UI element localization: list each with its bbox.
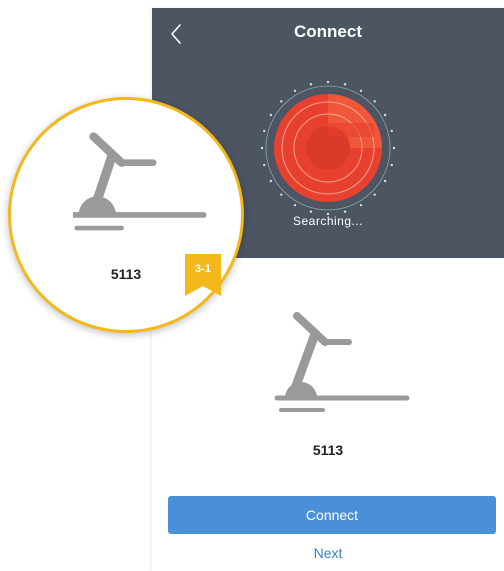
radar-tick xyxy=(309,83,313,86)
radar-icon xyxy=(260,80,396,216)
radar-tick xyxy=(343,210,347,213)
radar-tick xyxy=(343,83,347,86)
radar-tick xyxy=(359,89,363,93)
device-name: 5113 xyxy=(312,442,344,458)
radar-tick xyxy=(390,129,393,133)
radar-tick xyxy=(269,113,273,117)
radar-tick xyxy=(390,163,393,167)
radar-tick xyxy=(392,146,396,150)
step-tag: 3-1 xyxy=(183,254,223,300)
radar-tick xyxy=(383,113,387,117)
bookmark-icon xyxy=(185,254,221,296)
radar-tick xyxy=(269,179,273,183)
radar-tick xyxy=(293,89,297,93)
step-tag-label: 3-1 xyxy=(195,263,211,275)
radar-tick xyxy=(293,203,297,207)
connect-button[interactable]: Connect xyxy=(168,496,496,534)
radar-tick xyxy=(263,129,266,133)
treadmill-icon xyxy=(274,312,410,412)
radar-tick xyxy=(373,100,376,103)
radar-tick xyxy=(280,100,283,103)
radar-tick xyxy=(373,193,376,196)
radar-animation xyxy=(258,78,398,218)
treadmill-icon xyxy=(73,132,207,231)
radar-tick xyxy=(309,210,313,213)
radar-tick xyxy=(359,203,363,207)
page-title: Connect xyxy=(294,22,362,41)
radar-tick xyxy=(263,163,266,167)
radar-tick xyxy=(280,193,283,196)
radar-tick xyxy=(383,179,387,183)
radar-tick xyxy=(260,146,264,150)
next-link[interactable]: Next xyxy=(152,545,504,561)
radar-tick xyxy=(326,80,330,84)
